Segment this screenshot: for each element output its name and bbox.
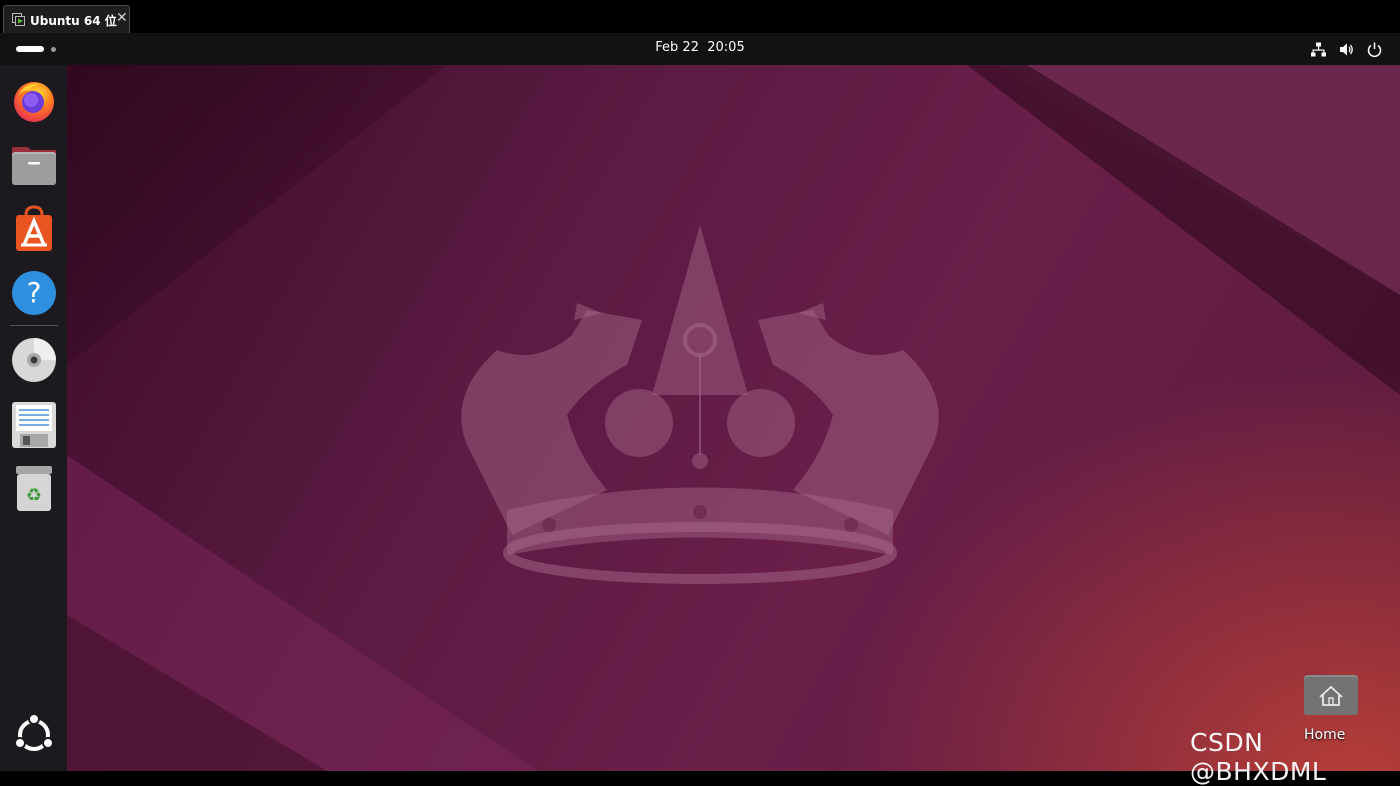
wallpaper [67, 65, 1400, 771]
clock-date: Feb 22 [655, 40, 699, 55]
network-icon[interactable] [1310, 41, 1327, 58]
workspace-active-pill [16, 46, 44, 52]
workspace-dot [51, 47, 56, 52]
vm-icon [12, 13, 25, 26]
svg-text:?: ? [27, 276, 42, 309]
dock-separator [10, 325, 58, 326]
clock-time: 20:05 [707, 40, 745, 55]
home-folder-icon[interactable] [1300, 663, 1362, 723]
clock: Feb 22 20:05 [0, 40, 1400, 55]
power-icon[interactable] [1366, 41, 1383, 58]
top-bar: Feb 22 20:05 [0, 33, 1400, 65]
firefox-icon[interactable] [10, 76, 58, 124]
crown-emblem [461, 225, 939, 584]
disc-icon[interactable] [10, 336, 58, 384]
activities-indicator[interactable] [10, 41, 60, 57]
help-icon[interactable]: ? [10, 269, 58, 317]
svg-text:♻: ♻ [26, 485, 42, 506]
ubuntu-logo-icon[interactable] [10, 711, 58, 759]
files-icon[interactable] [10, 141, 58, 189]
text-editor-icon[interactable] [10, 401, 58, 449]
app-center-icon[interactable] [10, 205, 58, 253]
vm-tab-bar: Ubuntu 64 位 ✕ [0, 0, 1400, 33]
clock-button[interactable]: Feb 22 20:05 [655, 40, 744, 55]
trash-icon[interactable]: ♻ [10, 465, 58, 513]
vm-tab-title: Ubuntu 64 位 [30, 14, 117, 28]
desktop[interactable]: Home [67, 65, 1400, 771]
watermark-text: CSDN @BHXDML [1190, 728, 1327, 786]
dock: ? ♻ [0, 65, 67, 771]
vm-tab[interactable]: Ubuntu 64 位 ✕ [3, 5, 130, 33]
volume-icon[interactable] [1338, 41, 1355, 58]
close-icon[interactable]: ✕ [116, 10, 128, 26]
